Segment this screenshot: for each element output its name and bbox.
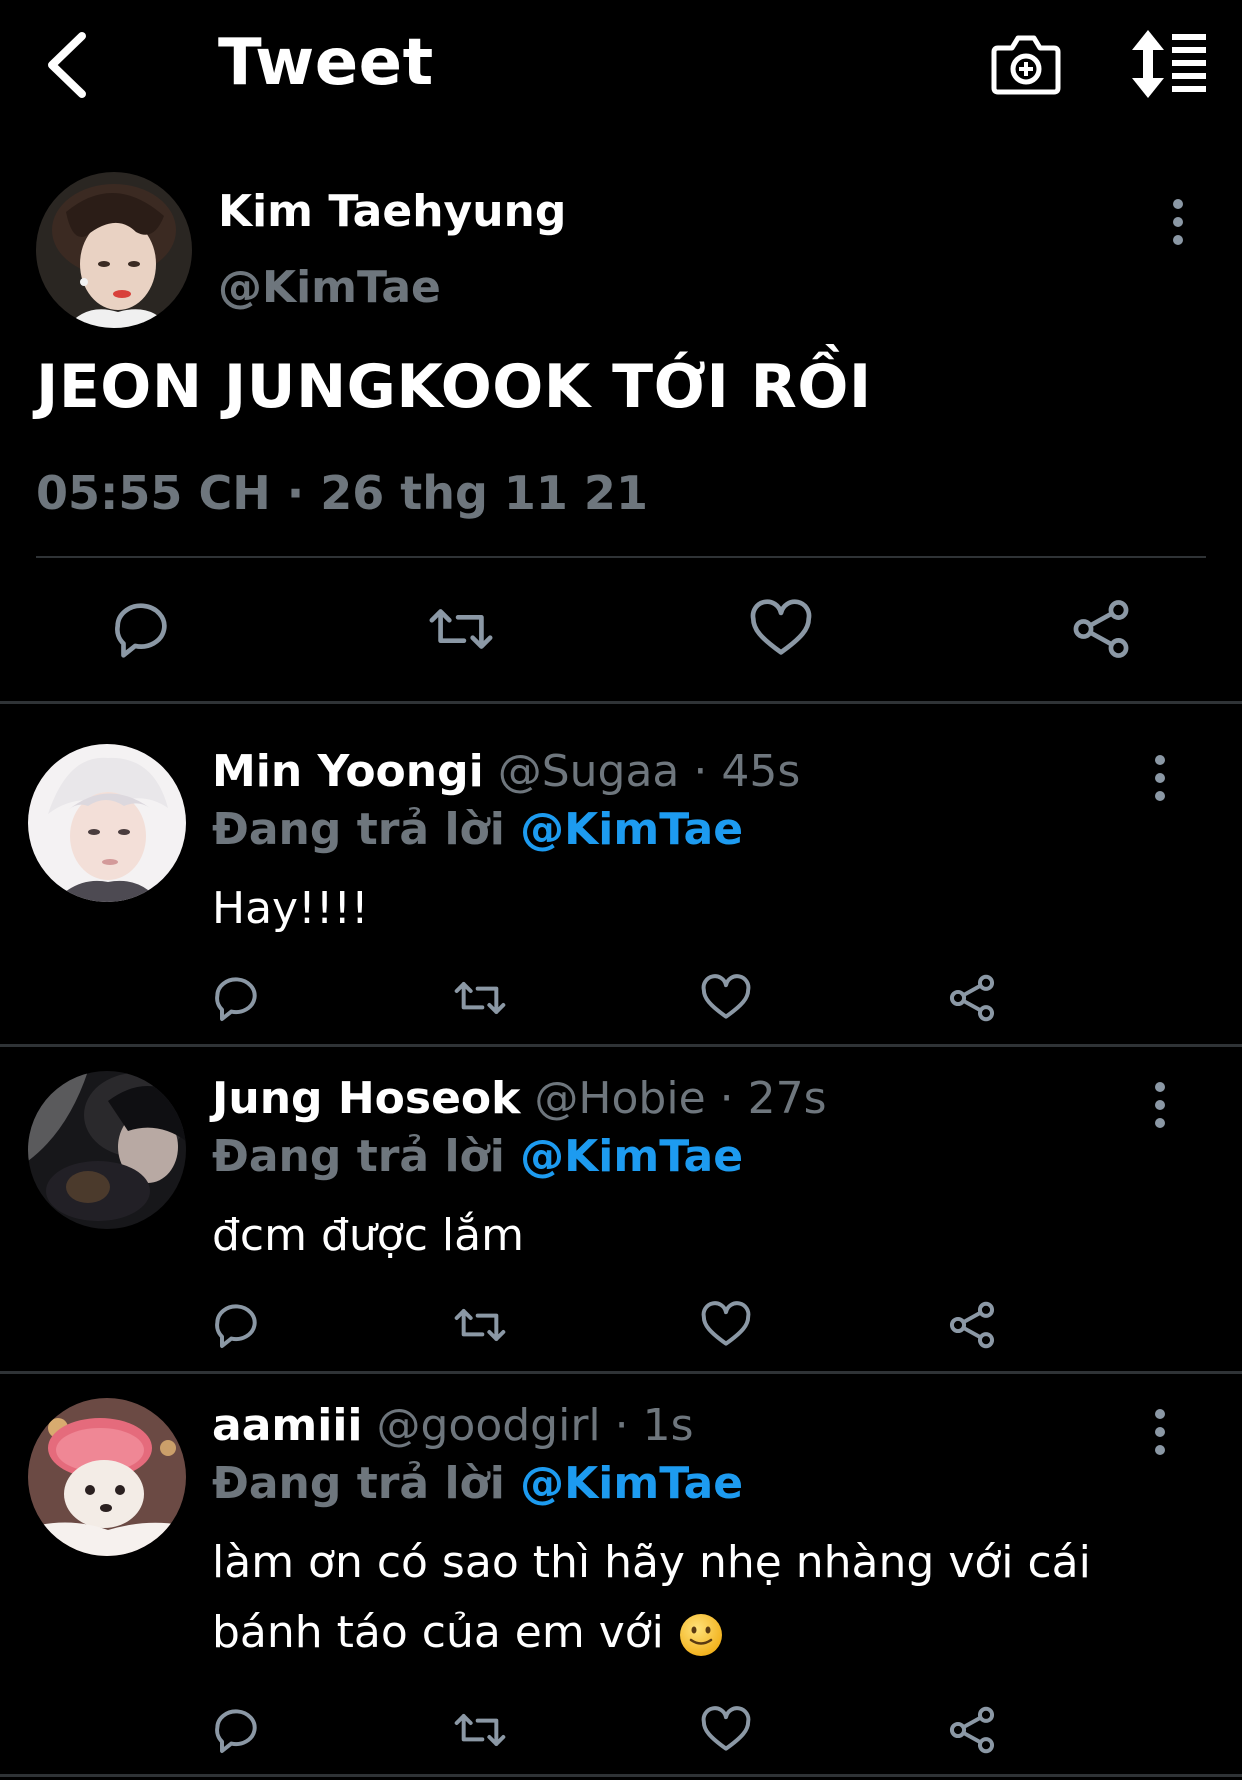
reply-button[interactable] xyxy=(208,1702,264,1758)
replying-label: Đang trả lời xyxy=(212,1131,505,1182)
mention-link[interactable]: @KimTae xyxy=(520,1458,743,1509)
heart-icon xyxy=(750,599,812,655)
heart-icon xyxy=(701,1301,751,1346)
page-title: Tweet xyxy=(218,26,434,100)
tweet-actions xyxy=(0,586,1242,670)
reply-button[interactable] xyxy=(208,970,264,1026)
reply-icon xyxy=(215,977,257,1021)
reply-author-name[interactable]: aamiii xyxy=(212,1400,362,1451)
reply-icon xyxy=(215,1304,257,1348)
more-vertical-icon xyxy=(1155,1082,1165,1128)
heart-icon xyxy=(701,974,751,1019)
tweet-detail-screen: Tweet Kim Taehyung @KimTae JEON JUNGKOOK… xyxy=(0,0,1242,1780)
like-button[interactable] xyxy=(698,970,754,1026)
reply-more-button[interactable] xyxy=(1142,1079,1178,1131)
sort-button[interactable] xyxy=(1128,28,1208,100)
sort-lines-icon xyxy=(1132,30,1206,98)
retweet-button[interactable] xyxy=(452,1702,508,1758)
reply-icon xyxy=(215,1709,257,1753)
replying-to: Đang trả lời @KimTae xyxy=(212,1131,743,1182)
more-vertical-icon xyxy=(1155,755,1165,801)
reply-actions xyxy=(0,970,1242,1030)
reply-more-button[interactable] xyxy=(1142,1406,1178,1458)
reply-text-wrap: làm ơn có sao thì hãy nhẹ nhàng với cái … xyxy=(212,1528,1192,1668)
camera-add-icon xyxy=(991,35,1061,95)
heart-icon xyxy=(701,1706,751,1751)
reply-text: đcm được lắm xyxy=(212,1210,524,1261)
retweet-button[interactable] xyxy=(452,970,508,1026)
retweet-icon xyxy=(454,1309,506,1341)
camera-button[interactable] xyxy=(990,28,1062,100)
reply-handle-time: @Sugaa · 45s xyxy=(497,746,801,797)
share-button[interactable] xyxy=(944,1297,1000,1353)
author-name[interactable]: Kim Taehyung xyxy=(218,186,566,237)
section-divider xyxy=(0,1371,1242,1374)
retweet-icon xyxy=(454,982,506,1014)
reply-handle-time: @Hobie · 27s xyxy=(534,1073,827,1124)
replying-label: Đang trả lời xyxy=(212,804,505,855)
replying-label: Đang trả lời xyxy=(212,1458,505,1509)
reply-more-button[interactable] xyxy=(1142,752,1178,804)
mention-link[interactable]: @KimTae xyxy=(520,1131,743,1182)
reply-button[interactable] xyxy=(208,1297,264,1353)
reply-avatar[interactable] xyxy=(28,1071,186,1229)
like-button[interactable] xyxy=(698,1702,754,1758)
tweet-more-button[interactable] xyxy=(1160,196,1196,248)
section-divider xyxy=(0,1044,1242,1047)
reply-avatar[interactable] xyxy=(28,744,186,902)
replying-to: Đang trả lời @KimTae xyxy=(212,804,743,855)
author-avatar[interactable] xyxy=(36,172,192,328)
divider xyxy=(36,556,1206,558)
share-icon xyxy=(1073,600,1129,658)
reply-header: Min Yoongi @Sugaa · 45s xyxy=(212,746,800,797)
top-bar: Tweet xyxy=(0,0,1242,130)
share-button[interactable] xyxy=(944,970,1000,1026)
smile-emoji-icon xyxy=(678,1612,724,1658)
section-divider xyxy=(0,1774,1242,1777)
reply-text: làm ơn có sao thì hãy nhẹ nhàng với cái … xyxy=(212,1537,1091,1658)
reply-avatar[interactable] xyxy=(28,1398,186,1556)
chevron-left-icon xyxy=(48,32,86,98)
like-button[interactable] xyxy=(746,594,816,664)
more-vertical-icon xyxy=(1155,1409,1165,1455)
author-handle[interactable]: @KimTae xyxy=(218,262,441,313)
share-icon xyxy=(949,974,995,1022)
retweet-icon xyxy=(429,609,493,649)
share-icon xyxy=(949,1301,995,1349)
mention-link[interactable]: @KimTae xyxy=(520,804,743,855)
share-button[interactable] xyxy=(944,1702,1000,1758)
section-divider xyxy=(0,701,1242,704)
reply-actions xyxy=(0,1702,1242,1762)
reply-header: aamiii @goodgirl · 1s xyxy=(212,1400,694,1451)
tweet-timestamp: 05:55 CH · 26 thg 11 21 xyxy=(36,466,648,520)
share-icon xyxy=(949,1706,995,1754)
reply-author-name[interactable]: Jung Hoseok xyxy=(212,1073,520,1124)
share-button[interactable] xyxy=(1066,594,1136,664)
retweet-icon xyxy=(454,1714,506,1746)
replying-to: Đang trả lời @KimTae xyxy=(212,1458,743,1509)
reply-header: Jung Hoseok @Hobie · 27s xyxy=(212,1073,827,1124)
retweet-button[interactable] xyxy=(426,594,496,664)
tweet-text: JEON JUNGKOOK TỚI RỒI xyxy=(36,352,872,422)
reply-actions xyxy=(0,1297,1242,1357)
back-button[interactable] xyxy=(38,28,98,102)
reply-button[interactable] xyxy=(106,594,176,664)
more-vertical-icon xyxy=(1173,199,1183,245)
reply-author-name[interactable]: Min Yoongi xyxy=(212,746,484,797)
reply-icon xyxy=(115,603,167,658)
retweet-button[interactable] xyxy=(452,1297,508,1353)
reply-text: Hay!!!! xyxy=(212,883,369,934)
like-button[interactable] xyxy=(698,1297,754,1353)
reply-handle-time: @goodgirl · 1s xyxy=(376,1400,694,1451)
